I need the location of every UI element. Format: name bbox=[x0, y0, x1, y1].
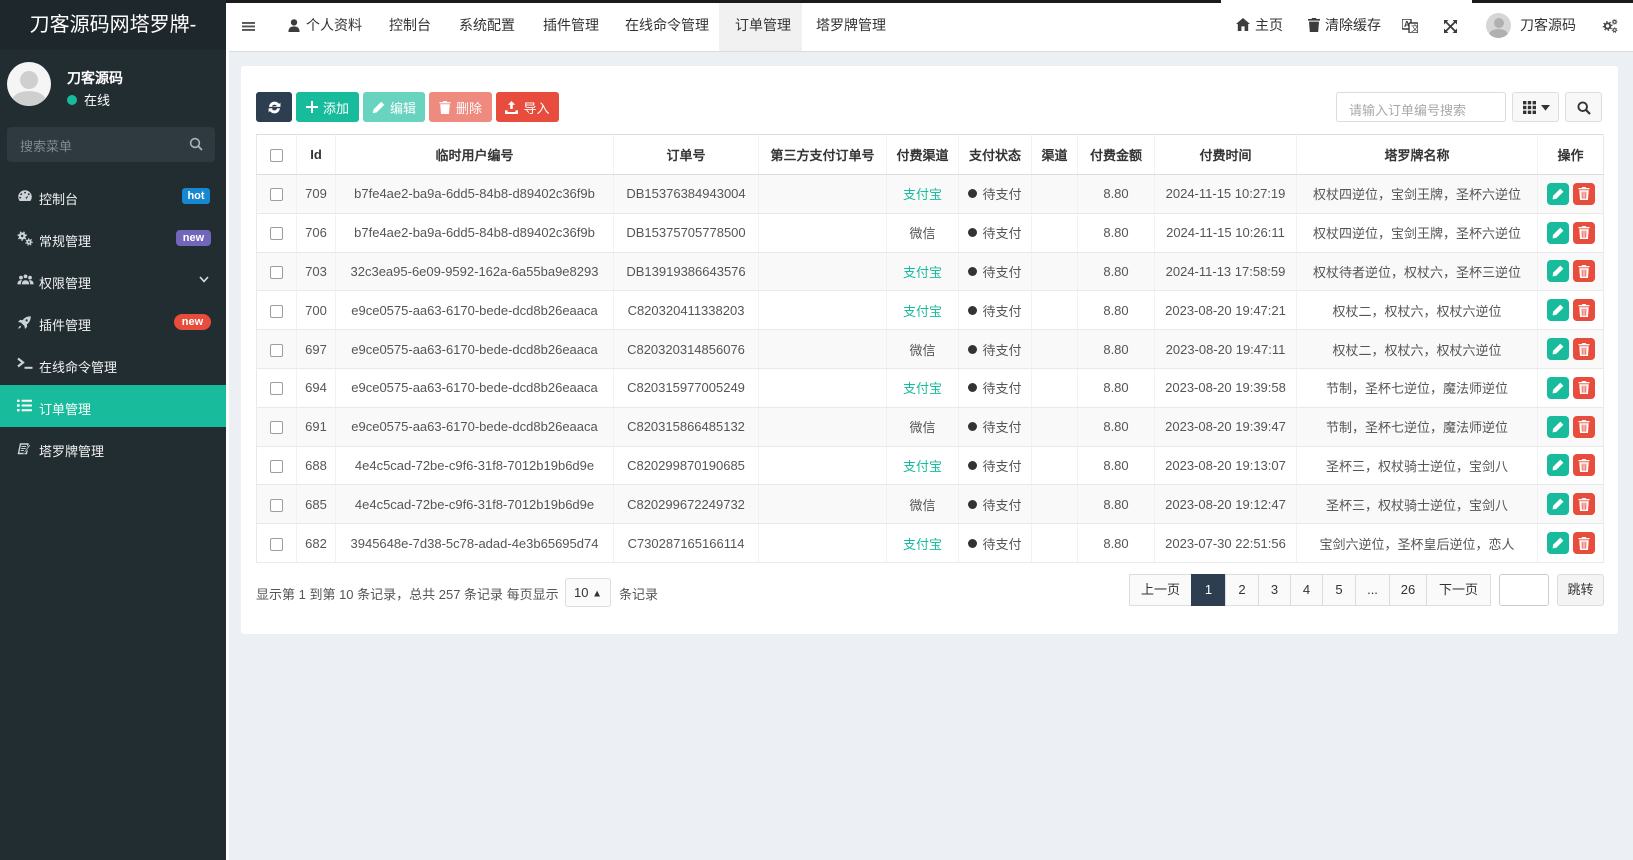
svg-text:文: 文 bbox=[1411, 23, 1418, 33]
